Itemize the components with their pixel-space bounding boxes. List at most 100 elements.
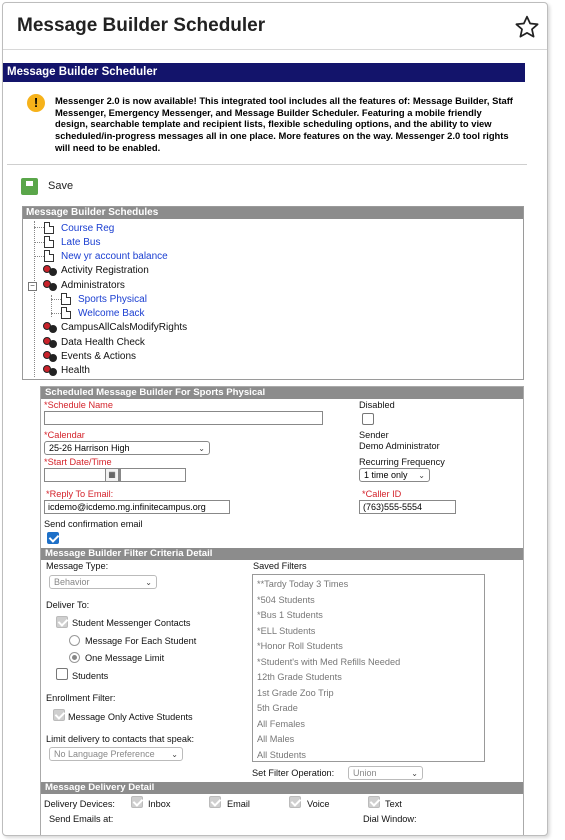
active-students-checkbox[interactable] <box>53 709 65 721</box>
language-select[interactable]: No Language Preference ⌄ <box>49 747 183 761</box>
chevron-down-icon: ⌄ <box>145 577 152 587</box>
saved-filter-item[interactable]: All Students <box>257 748 484 764</box>
saved-filter-item[interactable]: *Bus 1 Students <box>257 608 484 624</box>
tree-header: Message Builder Schedules <box>23 207 523 219</box>
tree-item-label: Sports Physical <box>78 293 147 305</box>
tree-connector <box>51 299 61 300</box>
favorite-star-icon[interactable] <box>514 14 540 40</box>
schedules-tree: Message Builder Schedules Course Reg Lat… <box>22 206 524 380</box>
caller-id-label: *Caller ID <box>362 489 402 499</box>
reply-email-input[interactable] <box>44 500 230 514</box>
calendar-value: 25-26 Harrison High <box>49 443 130 453</box>
page-title: Message Builder Scheduler <box>17 15 266 36</box>
saved-filter-item[interactable]: All Females <box>257 717 484 733</box>
saved-filters-list[interactable]: **Tardy Today 3 Times *504 Students *Bus… <box>252 574 485 762</box>
saved-filter-item[interactable]: *Honor Roll Students <box>257 639 484 655</box>
chevron-down-icon: ⌄ <box>411 768 418 778</box>
tree-item-events-actions[interactable]: Events & Actions <box>43 349 136 363</box>
tree-item-label: Data Health Check <box>61 336 145 348</box>
filter-section-header: Message Builder Filter Criteria Detail <box>41 548 523 560</box>
tree-item-label: Activity Registration <box>61 264 149 276</box>
schedule-name-input[interactable] <box>44 411 323 425</box>
app-window: Message Builder Scheduler Message Builde… <box>2 2 548 836</box>
text-checkbox[interactable] <box>368 796 380 808</box>
email-checkbox[interactable] <box>209 796 221 808</box>
set-operation-value: Union <box>353 768 377 778</box>
set-operation-select[interactable]: Union ⌄ <box>348 766 423 780</box>
reply-email-label: *Reply To Email: <box>46 489 114 499</box>
tree-item-label: Events & Actions <box>61 350 137 362</box>
tree-item-administrators[interactable]: Administrators <box>43 278 125 292</box>
warning-icon: ! <box>27 94 45 112</box>
saved-filter-item[interactable]: *ELL Students <box>257 624 484 640</box>
enrollment-filter-label: Enrollment Filter: <box>46 693 116 703</box>
tree-item-welcome-back[interactable]: Welcome Back <box>61 306 145 320</box>
schedule-name-label: *Schedule Name <box>44 400 113 410</box>
saved-filter-item[interactable]: 12th Grade Students <box>257 670 484 686</box>
each-student-label: Message For Each Student <box>85 636 197 646</box>
chevron-down-icon: ⌄ <box>198 443 205 453</box>
group-icon <box>43 350 58 363</box>
title-divider <box>3 49 547 50</box>
sender-value: Demo Administrator <box>359 441 440 451</box>
voice-checkbox[interactable] <box>289 796 301 808</box>
tree-item-course-reg[interactable]: Course Reg <box>44 221 114 235</box>
saved-filter-item[interactable]: **Tardy Today 3 Times <box>257 577 484 593</box>
saved-filter-item[interactable]: All Males <box>257 732 484 748</box>
tree-item-new-yr-account-balance[interactable]: New yr account balance <box>44 249 168 263</box>
saved-filter-item[interactable]: *504 Students <box>257 593 484 609</box>
tree-item-late-bus[interactable]: Late Bus <box>44 235 100 249</box>
tree-item-data-health-check[interactable]: Data Health Check <box>43 335 145 349</box>
students-checkbox[interactable] <box>56 668 68 680</box>
student-contacts-label: Student Messenger Contacts <box>72 618 191 628</box>
tree-item-campusallcalsmodifyrights[interactable]: CampusAllCalsModifyRights <box>43 320 187 334</box>
tree-connector <box>34 227 44 228</box>
saved-filter-item[interactable]: 1st Grade Zoo Trip <box>257 686 484 702</box>
student-contacts-checkbox[interactable] <box>56 616 68 628</box>
caller-id-input[interactable] <box>359 500 456 514</box>
each-student-radio[interactable] <box>69 635 80 646</box>
save-button[interactable]: Save <box>21 177 73 195</box>
tree-item-health[interactable]: Health <box>43 363 90 377</box>
group-icon <box>43 321 58 334</box>
tree-item-label: Welcome Back <box>78 307 145 319</box>
message-type-select[interactable]: Behavior ⌄ <box>49 575 157 589</box>
schedule-detail-panel: Scheduled Message Builder For Sports Phy… <box>40 386 524 835</box>
tree-item-label: Course Reg <box>61 222 115 234</box>
saved-filter-item[interactable]: *Student's with Med Refills Needed <box>257 655 484 671</box>
set-operation-label: Set Filter Operation: <box>252 768 335 778</box>
sender-label: Sender <box>359 430 389 440</box>
tree-connector <box>51 313 61 314</box>
saved-filter-item[interactable]: 5th Grade <box>257 701 484 717</box>
tree-item-sports-physical[interactable]: Sports Physical <box>61 292 147 306</box>
tree-item-label: CampusAllCalsModifyRights <box>61 321 188 333</box>
calendar-label: *Calendar <box>44 430 85 440</box>
group-icon <box>43 279 58 292</box>
start-time-input[interactable] <box>120 468 186 482</box>
chevron-down-icon: ⌄ <box>418 470 425 480</box>
disabled-checkbox[interactable] <box>362 413 374 425</box>
inbox-checkbox[interactable] <box>131 796 143 808</box>
one-message-radio[interactable] <box>69 652 80 663</box>
document-icon <box>44 236 54 248</box>
save-label: Save <box>48 180 74 192</box>
tree-item-label: Health <box>61 364 90 376</box>
group-icon <box>43 364 58 377</box>
document-icon <box>44 222 54 234</box>
collapse-toggle-icon[interactable]: − <box>28 282 37 291</box>
document-icon <box>44 250 54 262</box>
calendar-select[interactable]: 25-26 Harrison High ⌄ <box>44 441 210 455</box>
tree-item-label: Late Bus <box>61 236 101 248</box>
group-icon <box>43 264 58 277</box>
message-type-value: Behavior <box>54 577 90 587</box>
group-icon <box>43 336 58 349</box>
confirm-email-checkbox[interactable] <box>47 532 59 544</box>
document-icon <box>61 307 71 319</box>
voice-label: Voice <box>307 799 330 809</box>
tree-connector <box>34 242 44 243</box>
calendar-picker-icon[interactable]: ▦ <box>105 468 119 482</box>
tree-item-activity-registration[interactable]: Activity Registration <box>43 263 149 277</box>
recurring-select[interactable]: 1 time only ⌄ <box>359 468 430 482</box>
language-label: Limit delivery to contacts that speak: <box>46 734 195 744</box>
deliver-to-label: Deliver To: <box>46 600 90 610</box>
